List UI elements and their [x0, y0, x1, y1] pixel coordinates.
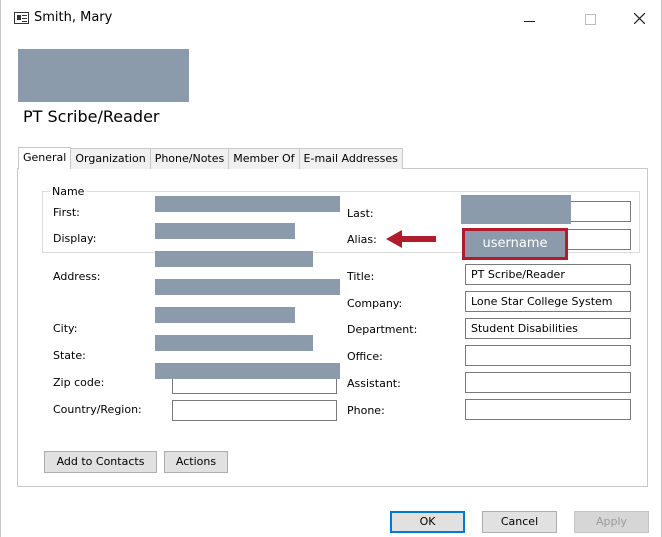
- maximize-button[interactable]: [567, 4, 613, 32]
- tab-member-of[interactable]: Member Of: [228, 148, 300, 169]
- first-label: First:: [53, 206, 80, 219]
- state-label: State:: [53, 349, 86, 362]
- tab-phone-notes[interactable]: Phone/Notes: [149, 148, 230, 169]
- department-field[interactable]: Student Disabilities: [465, 318, 631, 339]
- redacted-address-line-1: [155, 251, 313, 267]
- redacted-zip-code: [155, 363, 340, 379]
- country-region-label: Country/Region:: [53, 403, 142, 416]
- contact-card-icon: [14, 12, 29, 24]
- office-field[interactable]: [465, 345, 631, 366]
- address-label: Address:: [53, 270, 101, 283]
- tab-strip: General Organization Phone/Notes Member …: [18, 147, 403, 169]
- assistant-label: Assistant:: [347, 377, 401, 390]
- add-to-contacts-button[interactable]: Add to Contacts: [44, 451, 157, 473]
- display-label: Display:: [53, 232, 97, 245]
- company-label: Company:: [347, 297, 403, 310]
- tab-general[interactable]: General: [18, 147, 72, 169]
- redacted-address-line-2: [155, 279, 340, 295]
- redacted-state: [155, 335, 313, 351]
- phone-field[interactable]: [465, 399, 631, 420]
- city-label: City:: [53, 322, 78, 335]
- tab-organization[interactable]: Organization: [70, 148, 151, 169]
- title-field[interactable]: PT Scribe/Reader: [465, 264, 631, 285]
- company-field[interactable]: Lone Star College System: [465, 291, 631, 312]
- actions-button[interactable]: Actions: [164, 451, 228, 473]
- minimize-button[interactable]: [506, 4, 552, 32]
- cancel-button[interactable]: Cancel: [482, 511, 557, 533]
- apply-button[interactable]: Apply: [574, 511, 649, 533]
- close-button[interactable]: [616, 4, 662, 32]
- assistant-field[interactable]: [465, 372, 631, 393]
- country-region-field[interactable]: [172, 400, 337, 421]
- redacted-city: [155, 307, 295, 323]
- redacted-photo: [18, 49, 189, 102]
- contact-job-title: PT Scribe/Reader: [23, 107, 160, 126]
- alias-label: Alias:: [347, 233, 377, 246]
- contact-properties-window: Smith, Mary PT Scribe/Reader General Org…: [0, 0, 662, 537]
- title-label: Title:: [347, 270, 375, 283]
- name-group-legend: Name: [50, 185, 87, 198]
- arrow-left-icon: [386, 230, 436, 248]
- close-icon: [634, 13, 645, 24]
- last-label: Last:: [347, 207, 374, 220]
- zip-code-label: Zip code:: [53, 376, 105, 389]
- ok-button[interactable]: OK: [390, 511, 465, 533]
- redacted-first-name: [155, 196, 340, 212]
- office-label: Office:: [347, 350, 383, 363]
- redacted-last-name: [461, 195, 571, 224]
- alias-username-highlight: username: [462, 228, 568, 260]
- phone-label: Phone:: [347, 404, 385, 417]
- window-title: Smith, Mary: [34, 10, 113, 25]
- tab-email-addresses[interactable]: E-mail Addresses: [298, 148, 403, 169]
- department-label: Department:: [347, 323, 418, 336]
- redacted-display-name: [155, 223, 295, 239]
- title-bar: Smith, Mary: [1, 0, 661, 36]
